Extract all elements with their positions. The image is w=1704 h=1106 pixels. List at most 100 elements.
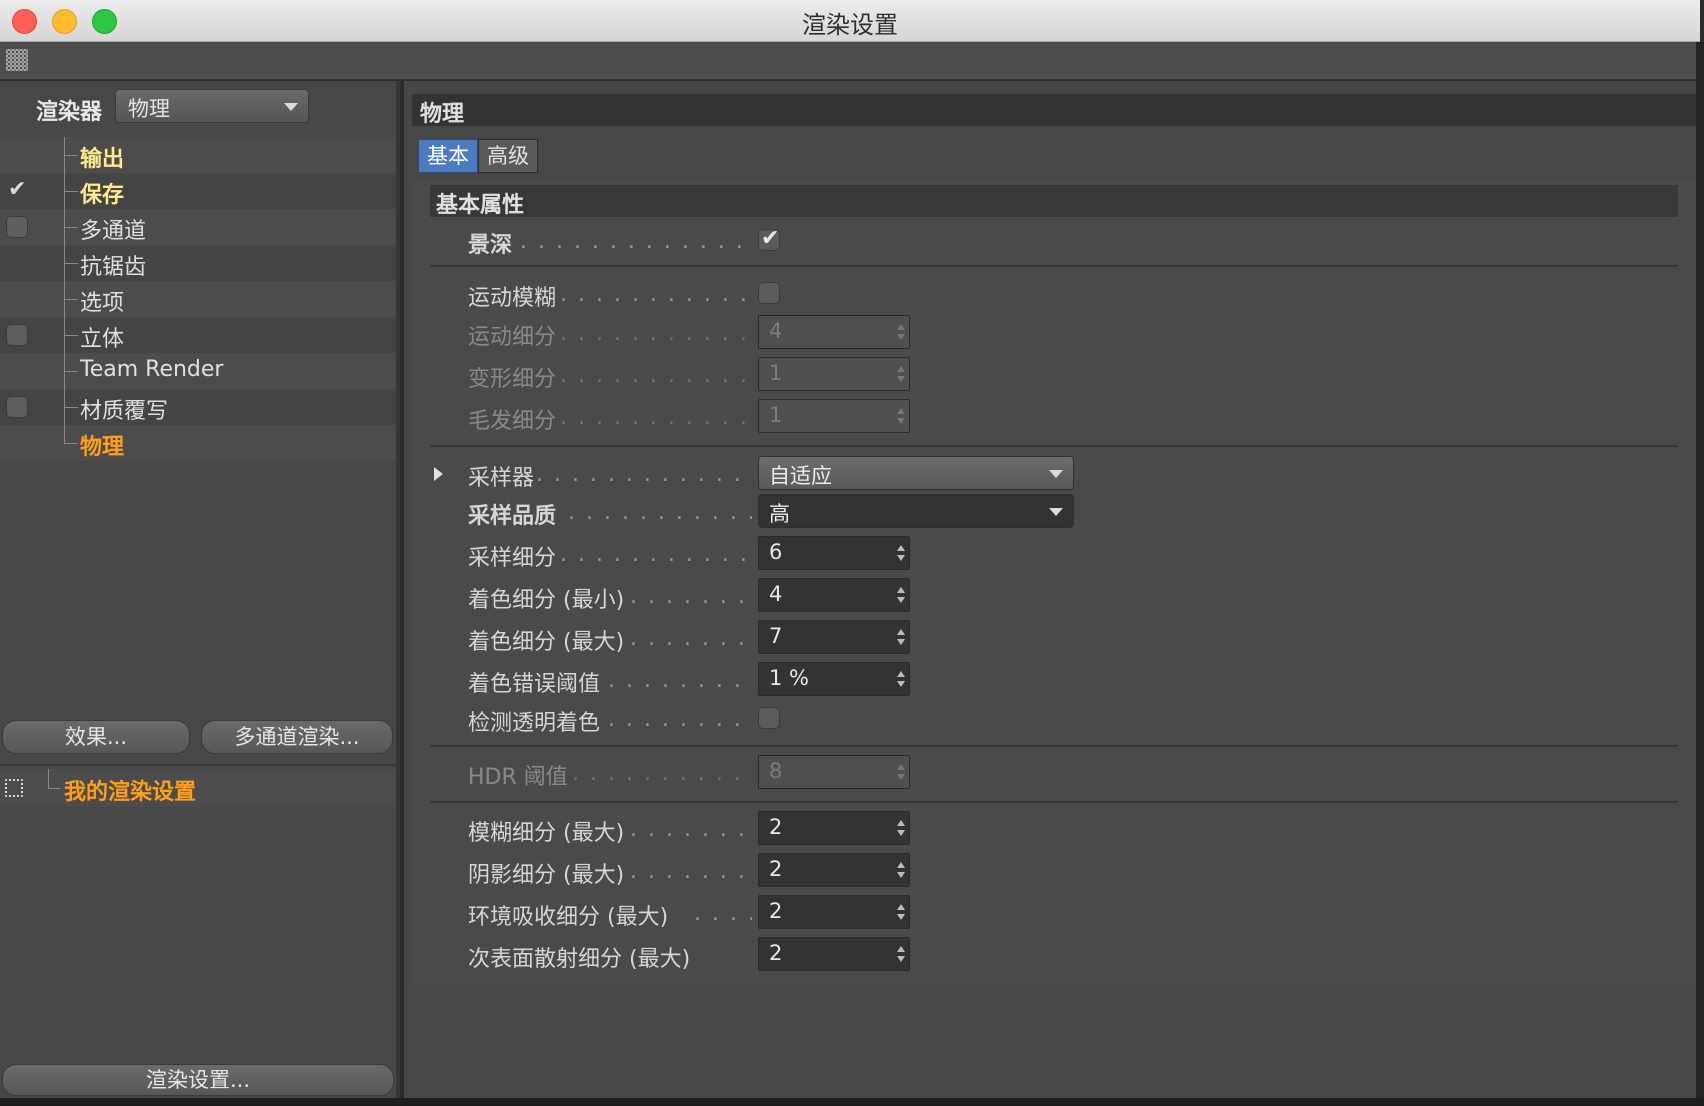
- stepper-value: 4: [769, 319, 783, 343]
- sampling-subdivisions-stepper[interactable]: 6: [758, 536, 910, 570]
- stereoscopic-enable-checkbox[interactable]: [6, 324, 28, 346]
- prop-deformation-subdivisions: 变形细分 . . . . . . . . . . . . . . . . . .…: [468, 357, 1678, 393]
- tree-item-material-override[interactable]: 材质覆写: [0, 389, 396, 425]
- render-setting-item[interactable]: 我的渲染设置: [0, 769, 396, 807]
- shadow-subdivisions-max-stepper[interactable]: 2: [758, 853, 910, 887]
- hdr-threshold-stepper[interactable]: 8: [758, 755, 910, 789]
- stepper-value: 4: [769, 582, 783, 606]
- leader-dots: . . . . . . . . . . . . . . . . . . . . …: [630, 584, 752, 608]
- divider: [430, 445, 1678, 447]
- motion-subdivisions-stepper[interactable]: 4: [758, 315, 910, 349]
- render-setting-name: 我的渲染设置: [64, 780, 197, 805]
- stepper-arrows-icon[interactable]: [897, 671, 905, 689]
- stepper-arrows-icon[interactable]: [897, 904, 905, 922]
- stepper-value: 6: [769, 540, 783, 564]
- ao-subdivisions-max-stepper[interactable]: 2: [758, 895, 910, 929]
- multipass-render-button[interactable]: 多通道渲染...: [201, 720, 393, 754]
- prop-hdr-threshold: HDR 阈值 . . . . . . . . . . . . . . . . .…: [468, 755, 1678, 791]
- leader-dots: . . . . . . . . . . . . . . . . . . . . …: [694, 901, 752, 925]
- window-edge: [1696, 42, 1704, 1106]
- stepper-arrows-icon[interactable]: [897, 545, 905, 563]
- leader-dots: . . . . . . . . . . . . . . . . . . . . …: [536, 462, 752, 486]
- blurry-subdivisions-max-stepper[interactable]: 2: [758, 811, 910, 845]
- dof-checkbox[interactable]: [758, 226, 780, 251]
- prop-label: 检测透明着色: [468, 711, 601, 736]
- shading-subdivisions-max-stepper[interactable]: 7: [758, 620, 910, 654]
- stepper-value: 1 %: [769, 666, 809, 690]
- leader-dots: . . . . . . . . . . . . . . . . . . . . …: [608, 707, 752, 731]
- stepper-value: 2: [769, 941, 783, 965]
- tree-connector: [64, 155, 78, 156]
- select-value: 自适应: [769, 464, 832, 488]
- hair-subdivisions-stepper[interactable]: 1: [758, 399, 910, 433]
- prop-label: 变形细分: [468, 367, 557, 392]
- sampler-select[interactable]: 自适应: [758, 456, 1074, 490]
- stepper-value: 2: [769, 815, 783, 839]
- divider: [0, 764, 396, 766]
- stepper-arrows-icon[interactable]: [897, 862, 905, 880]
- prop-motion-blur: 运动模糊 . . . . . . . . . . . . . . . . . .…: [468, 276, 1678, 312]
- stepper-arrows-icon[interactable]: [897, 946, 905, 964]
- stepper-arrows-icon[interactable]: [897, 366, 905, 384]
- expand-triangle-icon[interactable]: [434, 467, 443, 481]
- grid-menu-icon[interactable]: [6, 49, 28, 71]
- leader-dots: . . . . . . . . . . . . . . . . . . . . …: [560, 321, 752, 345]
- prop-label: 环境吸收细分 (最大): [468, 905, 669, 930]
- detect-transparent-shading-checkbox[interactable]: [758, 707, 780, 729]
- motion-blur-checkbox[interactable]: [758, 282, 780, 304]
- stepper-arrows-icon[interactable]: [897, 820, 905, 838]
- sample-quality-select[interactable]: 高: [758, 494, 1074, 528]
- render-settings-button[interactable]: 渲染设置...: [2, 1064, 394, 1096]
- material-override-enable-checkbox[interactable]: [6, 396, 28, 418]
- tree-item-physical[interactable]: 物理: [0, 425, 396, 461]
- stepper-arrows-icon[interactable]: [897, 629, 905, 647]
- stepper-arrows-icon[interactable]: [897, 764, 905, 782]
- multipass-enable-checkbox[interactable]: [6, 216, 28, 238]
- tree-item-output[interactable]: 输出: [0, 137, 396, 173]
- prop-label: 运动模糊: [468, 286, 557, 311]
- deformation-subdivisions-stepper[interactable]: 1: [758, 357, 910, 391]
- prop-sampler: 采样器 . . . . . . . . . . . . . . . . . . …: [468, 456, 1678, 492]
- stepper-arrows-icon[interactable]: [897, 587, 905, 605]
- tree-item-label: 材质覆写: [80, 399, 169, 424]
- prop-label: 采样品质: [468, 504, 557, 529]
- tree-item-save[interactable]: 保存: [0, 173, 396, 209]
- tree-item-multipass[interactable]: 多通道: [0, 209, 396, 245]
- tree-connector: [64, 299, 78, 300]
- prop-motion-subdivisions: 运动细分 . . . . . . . . . . . . . . . . . .…: [468, 315, 1678, 351]
- shading-error-threshold-stepper[interactable]: 1 %: [758, 662, 910, 696]
- prop-label: 模糊细分 (最大): [468, 821, 625, 846]
- leader-dots: . . . . . . . . . . . . . . . . . . . . …: [560, 405, 752, 429]
- tree-item-options[interactable]: 选项: [0, 281, 396, 317]
- prop-label: 着色细分 (最小): [468, 588, 625, 613]
- tree-connector: [64, 191, 78, 192]
- tab-advanced[interactable]: 高级: [478, 139, 538, 173]
- stepper-arrows-icon[interactable]: [897, 324, 905, 342]
- shading-subdivisions-min-stepper[interactable]: 4: [758, 578, 910, 612]
- leader-dots: . . . . . . . . . . . . . . . . . . . . …: [608, 668, 752, 692]
- tree-item-antialiasing[interactable]: 抗锯齿: [0, 245, 396, 281]
- tree-connector: [64, 227, 78, 228]
- tree-item-label: 抗锯齿: [80, 255, 147, 280]
- tree-item-stereoscopic[interactable]: 立体: [0, 317, 396, 353]
- stepper-value: 8: [769, 759, 783, 783]
- tree-item-label: 立体: [80, 327, 125, 352]
- tree-item-team-render[interactable]: Team Render: [0, 353, 396, 389]
- stepper-value: 1: [769, 403, 783, 427]
- panel-title: 物理: [412, 94, 1696, 127]
- tab-basic[interactable]: 基本: [418, 139, 478, 173]
- renderer-select[interactable]: 物理: [115, 89, 309, 123]
- leader-dots: . . . . . . . . . . . . . . . . . . . . …: [560, 363, 752, 387]
- right-panel: 物理 基本 高级 基本属性 景深 . . . . . . . . . . . .…: [404, 81, 1696, 1098]
- sss-subdivisions-max-stepper[interactable]: 2: [758, 937, 910, 971]
- stepper-arrows-icon[interactable]: [897, 408, 905, 426]
- prop-label: 采样细分: [468, 546, 557, 571]
- prop-label: 阴影细分 (最大): [468, 863, 625, 888]
- save-enable-checkbox[interactable]: [6, 177, 28, 202]
- left-panel: 渲染器 物理 输出 保存 多通道 抗锯齿: [0, 81, 400, 1098]
- effects-button[interactable]: 效果...: [2, 720, 190, 754]
- select-value: 高: [769, 502, 790, 526]
- chevron-down-icon: [1049, 508, 1063, 516]
- tree-item-label: 输出: [80, 147, 125, 172]
- stepper-value: 7: [769, 624, 783, 648]
